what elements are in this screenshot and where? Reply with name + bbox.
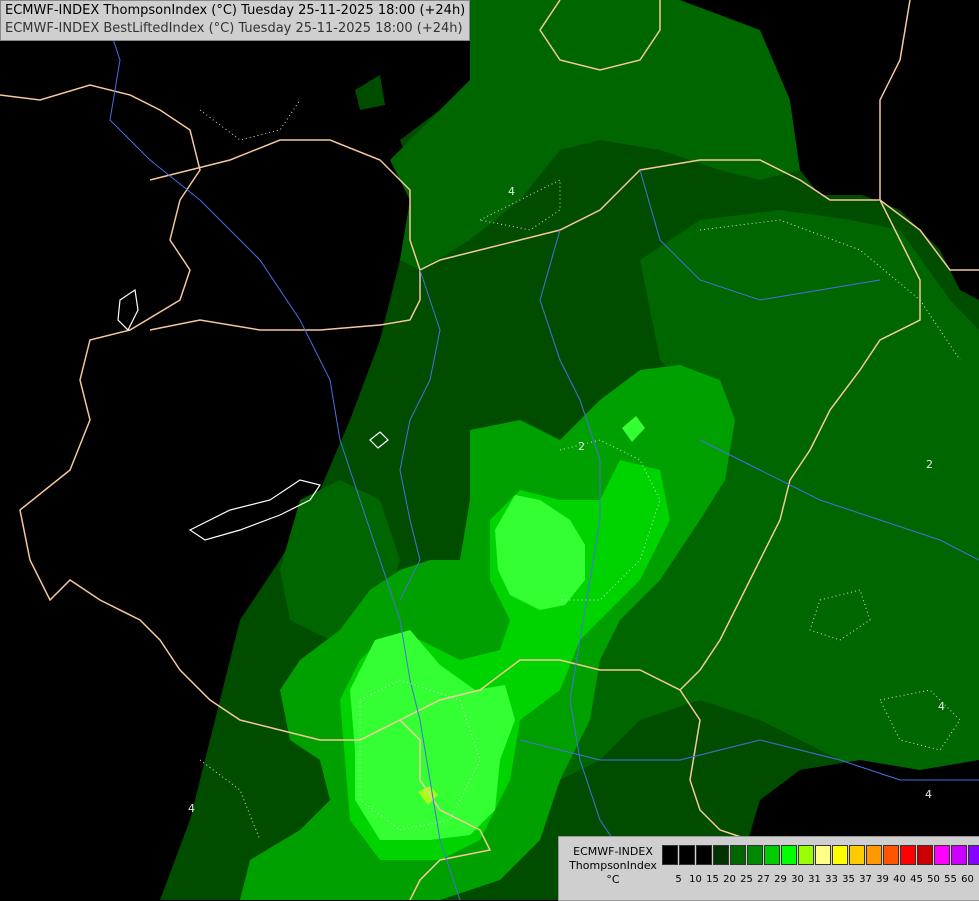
isoline-label: 4 [925,788,932,801]
legend-tick-label: 50 [927,874,940,885]
legend-swatch [764,845,780,865]
legend-color-bar [662,845,979,865]
legend-tick-label: 27 [757,874,770,885]
legend-tick-label: 37 [859,874,872,885]
legend-swatch [747,845,763,865]
legend-tick-label: 33 [825,874,838,885]
legend-unit: °C [606,873,620,886]
isoline-label: 2 [926,458,933,471]
legend-tick-label: 20 [723,874,736,885]
legend-swatch [662,845,678,865]
legend-swatch [781,845,797,865]
legend-title: ECMWF-INDEX ThompsonIndex °C [563,845,663,887]
legend-tick-label: 31 [808,874,821,885]
legend-swatch [713,845,729,865]
legend-swatch [866,845,882,865]
legend-model: ECMWF-INDEX [573,845,653,858]
weather-map: 4 2 2 4 4 4 [0,0,979,900]
legend-tick-label: 5 [675,874,682,885]
legend-swatch [883,845,899,865]
legend-swatch [832,845,848,865]
title-thompson-index: ECMWF-INDEX ThompsonIndex (°C) Tuesday 2… [5,3,466,18]
legend-swatch [815,845,831,865]
isoline-label: 2 [578,440,585,453]
legend-tick-label: 29 [774,874,787,885]
legend-swatch [900,845,916,865]
legend-tick-label: 15 [706,874,719,885]
legend-tick-labels: 5 10 15 20 25 27 29 30 31 33 35 37 39 40 45 50 55 60 [670,874,976,885]
legend-tick-label: 39 [876,874,889,885]
legend-tick-label: 35 [842,874,855,885]
map-title-box: ECMWF-INDEX ThompsonIndex (°C) Tuesday 2… [0,0,471,41]
title-best-lifted-index: ECMWF-INDEX BestLiftedIndex (°C) Tuesday… [5,21,463,36]
legend-swatch [934,845,950,865]
legend-tick-label: 60 [961,874,974,885]
legend-swatch [696,845,712,865]
legend-tick-label: 10 [689,874,702,885]
legend-tick-label: 30 [791,874,804,885]
legend-tick-label: 45 [910,874,923,885]
legend-swatch [849,845,865,865]
legend-swatch [798,845,814,865]
legend-swatch [951,845,967,865]
isoline-label: 4 [508,185,515,198]
isoline-label: 4 [188,802,195,815]
isoline-label: 4 [938,700,945,713]
legend-tick-label: 25 [740,874,753,885]
legend-swatch [730,845,746,865]
color-legend: ECMWF-INDEX ThompsonIndex °C 5 10 15 20 25 27… [558,836,979,901]
legend-swatch [968,845,979,865]
legend-variable: ThompsonIndex [569,859,657,872]
legend-swatch [679,845,695,865]
legend-tick-label: 40 [893,874,906,885]
legend-tick-label: 55 [944,874,957,885]
legend-swatch [917,845,933,865]
